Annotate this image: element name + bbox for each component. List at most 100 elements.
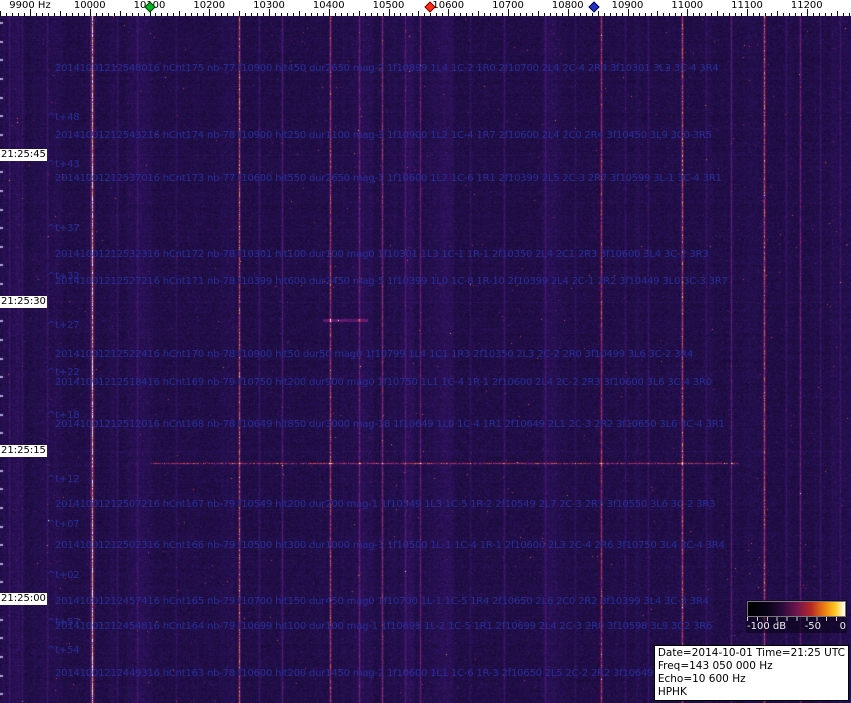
ruler-tick — [418, 11, 419, 16]
ruler-tick — [771, 13, 772, 16]
ruler-tick — [257, 13, 258, 16]
ruler-tick — [203, 13, 204, 16]
time-offset-label: ^t+48 — [47, 112, 79, 123]
ruler-tick — [514, 13, 515, 16]
ruler-tick — [801, 13, 802, 16]
detection-line: 20141001212507216 hCnt167 nb-79 f10549 h… — [55, 499, 715, 510]
ruler-tick — [538, 11, 539, 16]
ruler-tick — [454, 13, 455, 16]
ruler-tick — [108, 13, 109, 16]
ruler-tick — [580, 13, 581, 16]
ruler-tick — [819, 13, 820, 16]
ruler-tick — [735, 13, 736, 16]
time-offset-label: ^t+07 — [47, 519, 79, 530]
detection-line: 20141001212449316 hCnt163 nb-78 f10600 h… — [55, 668, 683, 679]
time-label: 21:25:15 — [0, 445, 47, 457]
ruler-tick — [400, 13, 401, 16]
time-offset-label: ^t+54 — [47, 645, 79, 656]
ruler-tick — [550, 13, 551, 16]
ruler-tick — [245, 13, 246, 16]
ruler-tick — [383, 13, 384, 16]
ruler-tick — [795, 13, 796, 16]
ruler-tick — [604, 13, 605, 16]
detection-line: 20141001212457416 hCnt165 nb-79 f10700 h… — [55, 596, 709, 607]
ruler-tick — [741, 13, 742, 16]
ruler-tick — [317, 13, 318, 16]
ruler-tick — [365, 13, 366, 16]
time-offset-label: ^t+27 — [47, 320, 79, 331]
ruler-tick — [305, 13, 306, 16]
ruler-tick — [60, 11, 61, 16]
detection-line: 20141001212512016 hCnt168 nb-78 f10649 h… — [55, 419, 725, 430]
ruler-tick — [239, 11, 240, 16]
ruler-tick — [813, 13, 814, 16]
freq-label: 10000 — [74, 0, 106, 11]
detection-line: 20141001212454816 hCnt164 nb-79 f10699 h… — [55, 621, 712, 632]
ruler-tick — [520, 13, 521, 16]
ruler-tick — [765, 13, 766, 16]
ruler-tick — [592, 13, 593, 16]
detection-line: 20141001212527216 hCnt171 nb-78 f10399 h… — [55, 276, 728, 287]
ruler-tick — [48, 13, 49, 16]
ruler-tick — [699, 13, 700, 16]
detection-line: 20141001212537016 hCnt173 nb-77 f10600 h… — [55, 173, 722, 184]
freq-label: 10800 — [552, 0, 584, 11]
ruler-tick — [72, 13, 73, 16]
detection-line: 20141001212502316 hCnt166 nb-79 f10500 h… — [55, 540, 725, 551]
freq-label: 10700 — [492, 0, 524, 11]
ruler-tick — [490, 13, 491, 16]
detection-line: 20141001212522416 hCnt170 nb-78 f10900 h… — [55, 349, 693, 360]
ruler-tick — [359, 11, 360, 16]
ruler-tick — [759, 13, 760, 16]
ruler-tick — [311, 13, 312, 16]
ruler-tick — [287, 13, 288, 16]
freq-label: 11000 — [671, 0, 703, 11]
ruler-tick — [18, 13, 19, 16]
ruler-tick — [102, 13, 103, 16]
color-scale: -100 dB -50 0 — [746, 600, 847, 633]
frequency-ruler: 9900 Hz100001010010200103001040010500106… — [0, 0, 851, 16]
ruler-tick — [377, 13, 378, 16]
ruler-tick — [281, 13, 282, 16]
ruler-tick — [341, 13, 342, 16]
ruler-tick — [693, 13, 694, 16]
ruler-tick — [173, 13, 174, 16]
ruler-tick — [167, 13, 168, 16]
ruler-tick — [42, 13, 43, 16]
time-label: 21:25:30 — [0, 296, 47, 308]
freq-label: 10200 — [193, 0, 225, 11]
ruler-tick — [753, 13, 754, 16]
ruler-tick — [723, 13, 724, 16]
ruler-tick — [586, 13, 587, 16]
freq-label: 10600 — [432, 0, 464, 11]
detection-line: 20141001212548016 hCnt175 nb-77 f10900 h… — [55, 63, 719, 74]
ruler-tick — [430, 13, 431, 16]
ruler-tick — [233, 13, 234, 16]
ruler-tick — [144, 13, 145, 16]
ruler-tick — [197, 13, 198, 16]
ruler-tick — [843, 13, 844, 16]
detection-overlay-layer: 20141001212548016 hCnt175 nb-77 f10900 h… — [0, 0, 851, 703]
ruler-tick — [633, 13, 634, 16]
ruler-tick — [221, 13, 222, 16]
ruler-tick — [347, 13, 348, 16]
freq-label: 10400 — [313, 0, 345, 11]
ruler-tick — [574, 13, 575, 16]
ruler-tick — [114, 13, 115, 16]
time-label: 21:25:00 — [0, 593, 47, 605]
time-offset-label: ^t+02 — [47, 570, 79, 581]
ruler-tick — [436, 13, 437, 16]
ruler-tick — [645, 13, 646, 16]
ruler-tick — [484, 13, 485, 16]
ruler-tick — [831, 13, 832, 16]
detection-line: 20141001212532316 hCnt172 nb-78 f10301 h… — [55, 249, 709, 260]
ruler-tick — [460, 13, 461, 16]
ruler-tick — [353, 13, 354, 16]
color-scale-gradient — [747, 601, 846, 617]
ruler-tick — [729, 13, 730, 16]
ruler-tick — [544, 13, 545, 16]
time-label: 21:25:45 — [0, 149, 47, 161]
ruler-tick — [0, 11, 1, 16]
freq-label: 10900 — [612, 0, 644, 11]
ruler-tick — [825, 13, 826, 16]
